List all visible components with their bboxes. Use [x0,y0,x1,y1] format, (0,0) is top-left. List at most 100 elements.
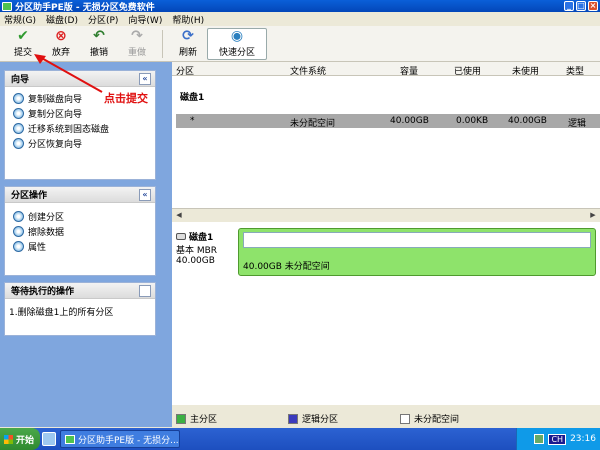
wizard-recover-partition-label: 分区恢复向导 [28,140,83,150]
left-pane: 向导 « 复制磁盘向导 复制分区向导 迁移系统到固态磁盘 分区恢复向导 分区操作… [0,62,172,427]
horizontal-scrollbar[interactable]: ◀ ▶ [172,208,600,220]
op-wipe-data[interactable]: 擦除数据 [5,224,155,239]
start-label: 开始 [16,435,35,446]
checkmark-icon: ✔ [17,28,29,44]
wipe-icon [13,226,24,237]
menu-help[interactable]: 帮助(H) [172,13,204,26]
pending-ops-panel: 等待执行的操作 1.删除磁盘1上的所有分区 [4,282,156,336]
wizard-recover-partition[interactable]: 分区恢复向导 [5,136,155,151]
legend-free: 未分配空间 [400,412,459,425]
migrate-icon [13,123,24,134]
disk-info[interactable]: 磁盘1 基本 MBR 40.00GB [176,230,238,274]
scroll-left-icon[interactable]: ◀ [174,210,184,220]
menu-disk[interactable]: 磁盘(D) [46,13,78,26]
app-icon [2,1,12,11]
create-icon [13,211,24,222]
cell-type: 逻辑 [568,119,587,129]
ime-indicator[interactable]: CH [548,433,567,445]
scroll-right-icon[interactable]: ▶ [588,210,598,220]
window-titlebar: 分区助手PE版 - 无损分区免费软件 _ □ × [0,0,600,13]
wizard-migrate-os[interactable]: 迁移系统到固态磁盘 [5,121,155,136]
partition-ops-title: 分区操作 [11,191,48,201]
annotation-text: 点击提交 [104,92,148,105]
pending-ops-title: 等待执行的操作 [11,287,75,297]
toolbar-separator [162,29,163,58]
quick-partition-button[interactable]: ◉ 快速分区 [207,27,267,60]
menu-general[interactable]: 常规(G) [4,13,36,26]
cell-capacity: 40.00GB [390,116,429,126]
free-swatch [400,413,410,424]
legend: 主分区 逻辑分区 未分配空间 [172,408,600,426]
recover-icon [13,138,24,149]
refresh-icon: ⟳ [182,28,194,44]
op-create-partition-label: 创建分区 [28,213,65,223]
taskbar-app-button[interactable]: 分区助手PE版 - 无损分... [60,430,180,448]
partition-table-body: 磁盘1 * 未分配空间 40.00GB 0.00KB 40.00GB 逻辑 [172,76,600,208]
quick-partition-icon: ◉ [230,28,244,44]
clock: 23:16 [570,434,596,444]
disk-map: 磁盘1 基本 MBR 40.00GB 40.00GB 未分配空间 [172,222,600,405]
start-button[interactable]: 开始 [0,428,40,450]
disk-icon [13,93,24,104]
windows-logo-icon [4,434,13,444]
partition-table-header: 分区 文件系统 容量 已使用 未使用 类型 [172,62,600,77]
op-properties-label: 属性 [28,243,47,253]
wizard-copy-partition[interactable]: 复制分区向导 [5,106,155,121]
undo-icon: ↶ [93,28,105,44]
disk-icon [176,233,186,240]
menu-bar: 常规(G) 磁盘(D) 分区(P) 向导(W) 帮助(H) [0,12,600,26]
app-icon [65,434,75,444]
maximize-button[interactable]: □ [576,1,586,11]
legend-logical: 逻辑分区 [288,412,338,425]
legend-free-label: 未分配空间 [414,415,460,425]
usage-bar [243,232,591,248]
system-tray: CH 23:16 [516,428,600,450]
op-wipe-data-label: 擦除数据 [28,228,65,238]
refresh-label: 刷新 [178,48,197,58]
taskbar: 开始 分区助手PE版 - 无损分... CH 23:16 [0,428,600,450]
primary-swatch [176,413,186,424]
redo-button[interactable]: ↷ 重做 [118,28,156,60]
menu-wizard[interactable]: 向导(W) [128,13,162,26]
quicklaunch-icon[interactable] [42,432,56,446]
pending-op-item: 1.删除磁盘1上的所有分区 [9,308,114,318]
pending-ops-header[interactable]: 等待执行的操作 [5,283,155,299]
wizard-migrate-os-label: 迁移系统到固态磁盘 [28,125,110,135]
wizard-panel-title: 向导 [11,75,30,85]
partition-ops-panel: 分区操作 « 创建分区 擦除数据 属性 [4,186,156,276]
discard-icon: ⊗ [55,28,67,44]
cell-partition: * [190,116,195,126]
collapse-icon[interactable]: « [139,188,151,201]
minimize-button[interactable]: _ [564,1,574,11]
op-properties[interactable]: 属性 [5,239,155,254]
window-controls: _ □ × [564,1,598,11]
table-row[interactable]: * 未分配空间 40.00GB 0.00KB 40.00GB 逻辑 [176,114,600,129]
refresh-button[interactable]: ⟳ 刷新 [169,28,207,60]
collapse-icon[interactable] [139,284,151,297]
taskbar-app-label: 分区助手PE版 - 无损分... [78,435,179,446]
close-button[interactable]: × [588,1,598,11]
collapse-icon[interactable]: « [139,72,151,85]
logical-swatch [288,413,298,424]
legend-primary-label: 主分区 [190,415,218,425]
legend-primary: 主分区 [176,412,217,425]
disk-kind: 基本 MBR [176,246,218,256]
menu-partition[interactable]: 分区(P) [88,13,118,26]
unallocated-bar[interactable]: 40.00GB 未分配空间 [238,228,596,276]
wizard-copy-partition-label: 复制分区向导 [28,110,83,120]
op-create-partition[interactable]: 创建分区 [5,209,155,224]
cell-used: 0.00KB [456,116,489,126]
cell-free: 40.00GB [508,116,547,126]
redo-icon: ↷ [131,28,143,44]
disk-name: 磁盘1 [189,233,214,243]
cell-filesystem: 未分配空间 [290,119,336,129]
redo-label: 重做 [127,48,146,58]
tray-icon[interactable] [534,434,545,444]
partition-ops-header[interactable]: 分区操作 « [5,187,155,203]
legend-logical-label: 逻辑分区 [302,415,339,425]
window-title: 分区助手PE版 - 无损分区免费软件 [15,2,155,13]
info-icon [13,241,24,252]
disk-label: 磁盘1 [180,93,205,103]
unallocated-bar-label: 40.00GB 未分配空间 [243,262,330,272]
quick-partition-label: 快速分区 [218,48,255,58]
